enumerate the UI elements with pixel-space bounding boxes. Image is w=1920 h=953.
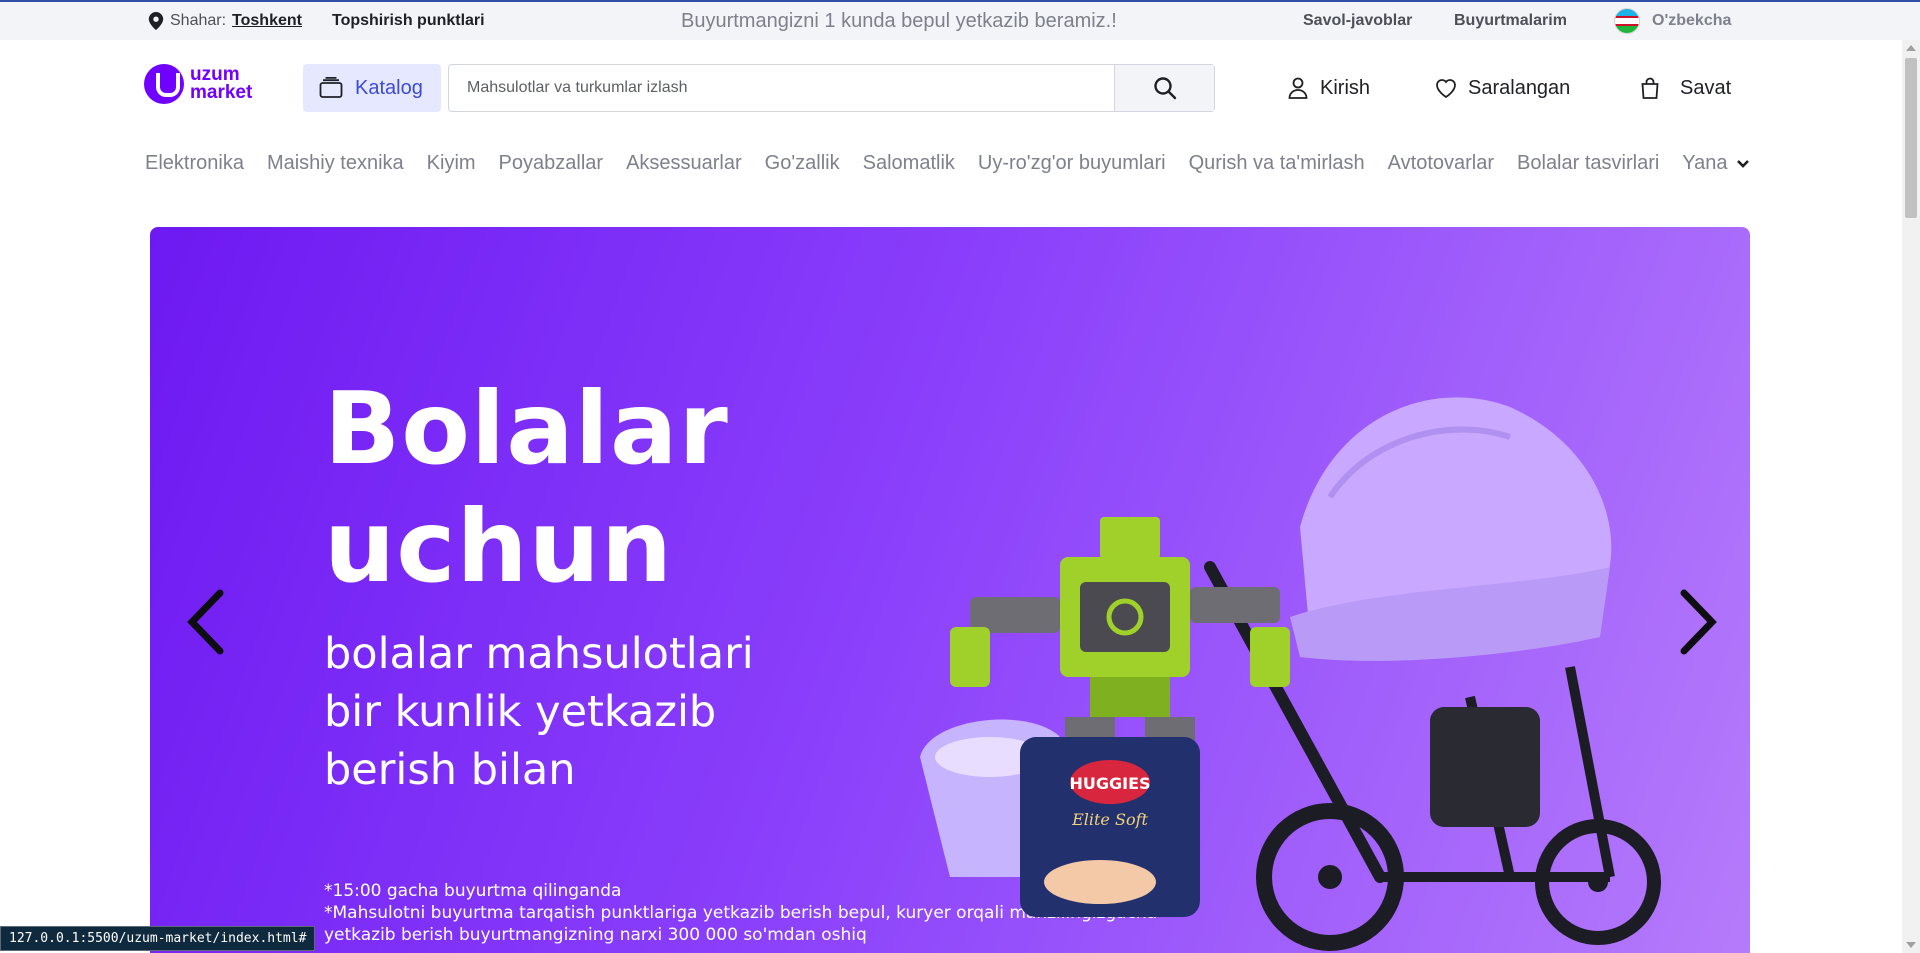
category-item[interactable]: Kiyim <box>427 152 476 175</box>
category-item[interactable]: Poyabzallar <box>499 152 604 175</box>
search-bar <box>448 64 1215 112</box>
uzum-logo-icon <box>144 64 184 104</box>
scroll-up-arrow-icon[interactable] <box>1906 45 1916 51</box>
status-bar-url: 127.0.0.1:5500/uzum-market/index.html# <box>0 926 316 951</box>
language-label: O'zbekcha <box>1652 12 1732 29</box>
category-item[interactable]: Bolalar tasvirlari <box>1517 152 1659 175</box>
faq-link[interactable]: Savol-javoblar <box>1303 12 1412 30</box>
category-item[interactable]: Uy-ro'zg'or buyumlari <box>978 152 1166 175</box>
my-orders-link[interactable]: Buyurtmalarim <box>1454 12 1567 30</box>
cart-label: Savat <box>1680 76 1732 99</box>
category-item[interactable]: Aksessuarlar <box>626 152 742 175</box>
more-categories-button[interactable]: Yana <box>1682 152 1749 175</box>
language-selector[interactable]: O'zbekcha <box>1614 8 1731 34</box>
pickup-points-link[interactable]: Topshirish punktlari <box>332 12 485 30</box>
carousel-next-arrow-icon[interactable] <box>1674 587 1722 657</box>
category-nav: Elektronika Maishiy texnika Kiyim Poyabz… <box>145 152 1773 175</box>
category-item[interactable]: Qurish va ta'mirlash <box>1189 152 1365 175</box>
favorites-button[interactable]: Saralangan <box>1434 76 1570 100</box>
category-item[interactable]: Avtotovarlar <box>1388 152 1494 175</box>
delivery-promo-text: Buyurtmangizni 1 kunda bepul yetkazib be… <box>681 10 1117 32</box>
uzum-market-logo[interactable]: uzum market <box>144 64 252 104</box>
banner-subtitle-line: bolalar mahsulotlari <box>324 629 754 679</box>
category-item[interactable]: Go'zallik <box>765 152 840 175</box>
banner-subtitle-line: berish bilan <box>324 745 576 795</box>
top-info-bar: Shahar: Toshkent Topshirish punktlari Bu… <box>0 0 1920 40</box>
scrollbar-thumb[interactable] <box>1905 58 1917 218</box>
more-label: Yana <box>1682 152 1728 174</box>
logo-line-market: market <box>190 82 253 103</box>
category-item[interactable]: Elektronika <box>145 152 244 175</box>
catalog-button[interactable]: Katalog <box>303 64 441 112</box>
logo-wordmark: uzum market <box>190 65 253 103</box>
banner-product-illustration: HUGGIES Elite Soft <box>920 397 1661 951</box>
promo-banner-carousel[interactable]: Bolalar uchun bolalar mahsulotlari bir k… <box>150 227 1750 953</box>
location-pin-icon <box>148 12 164 30</box>
page-scrollbar[interactable] <box>1902 40 1920 953</box>
search-icon <box>1153 77 1176 100</box>
cart-button[interactable]: Savat <box>1638 76 1731 100</box>
category-item[interactable]: Salomatlik <box>863 152 955 175</box>
favorites-label: Saralangan <box>1468 76 1571 99</box>
login-label: Kirish <box>1320 76 1371 99</box>
search-button[interactable] <box>1114 65 1214 111</box>
banner-subtitle: bolalar mahsulotlari bir kunlik yetkazib… <box>324 625 754 799</box>
huggies-subbrand-text: Elite Soft <box>1071 810 1148 829</box>
banner-title-line: Bolalar <box>324 370 729 487</box>
user-icon <box>1288 77 1308 99</box>
huggies-brand-text: HUGGIES <box>1069 774 1150 793</box>
chevron-down-icon <box>1736 159 1749 168</box>
city-label: Shahar: <box>170 12 227 29</box>
search-input[interactable] <box>449 65 1114 111</box>
category-item[interactable]: Maishiy texnika <box>267 152 404 175</box>
shopping-bag-icon <box>1641 77 1659 99</box>
carousel-prev-arrow-icon[interactable] <box>182 587 230 657</box>
scroll-down-arrow-icon[interactable] <box>1906 942 1916 948</box>
login-button[interactable]: Kirish <box>1286 76 1370 100</box>
catalog-label: Katalog <box>355 76 423 99</box>
uzbekistan-flag-icon <box>1614 8 1640 34</box>
banner-title: Bolalar uchun <box>324 370 729 606</box>
banner-title-line: uchun <box>324 488 674 605</box>
heart-icon <box>1436 79 1456 99</box>
city-name-link[interactable]: Toshkent <box>232 12 302 30</box>
catalog-icon <box>319 77 343 98</box>
banner-subtitle-line: bir kunlik yetkazib <box>324 687 717 737</box>
city-selector[interactable]: Shahar: Toshkent <box>148 12 302 30</box>
